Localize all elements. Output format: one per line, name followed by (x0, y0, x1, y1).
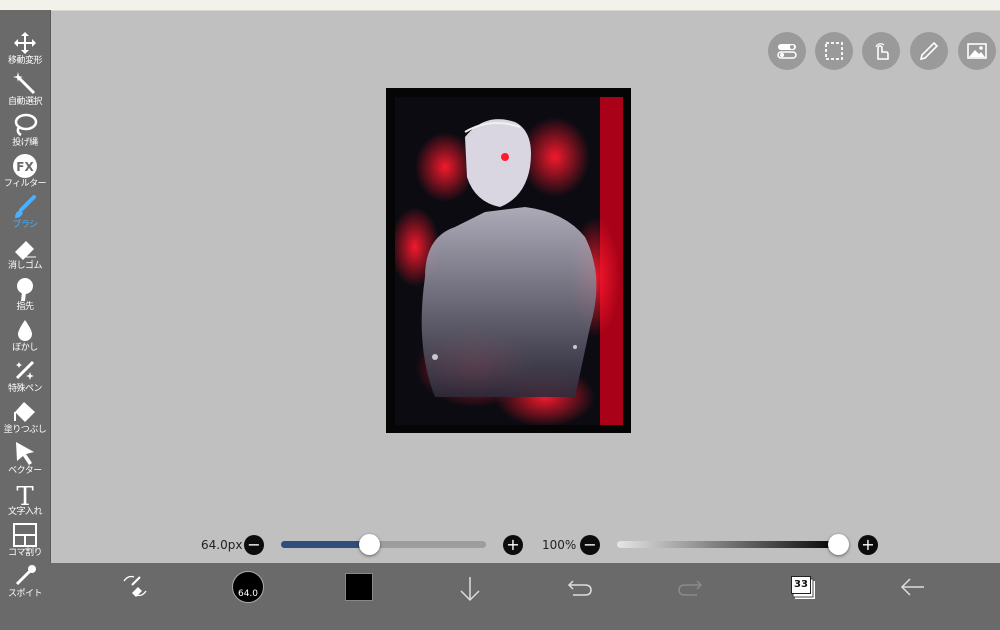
download-button[interactable] (445, 571, 495, 615)
tool-frame-divide[interactable]: コマ割り (0, 520, 50, 561)
opacity-decrease-button[interactable]: − (580, 535, 600, 555)
panel-grid-icon (13, 523, 37, 547)
artwork-image (395, 97, 623, 425)
brush-size-knob[interactable] (359, 534, 381, 555)
arrow-down-icon (460, 577, 480, 602)
opacity-increase-button[interactable]: + (858, 535, 878, 555)
undo-button[interactable] (555, 571, 605, 615)
eraser-icon (15, 241, 36, 260)
tool-move-transform[interactable]: 移動変形 (0, 28, 50, 69)
tool-label: 塗りつぶし (3, 425, 47, 435)
brush-size-label: 64.0px (201, 538, 243, 552)
image-icon (967, 43, 987, 59)
opacity-knob[interactable] (828, 534, 849, 555)
tool-label: ベクター (8, 466, 42, 476)
brush-eraser-swap-icon (123, 575, 147, 597)
magic-wand-icon (13, 72, 36, 95)
fx-icon: FX (13, 154, 37, 178)
tool-label: 移動変形 (7, 56, 43, 66)
tool-special-pen[interactable]: 特殊ペン (0, 356, 50, 397)
svg-text:FX: FX (16, 160, 34, 174)
quick-ruler-button[interactable] (910, 32, 948, 70)
brush-eraser-swap-button[interactable] (110, 571, 160, 615)
move-arrows-icon (14, 32, 36, 54)
quick-selection-button[interactable] (815, 32, 853, 70)
ruler-pen-icon (919, 41, 939, 61)
tool-lasso[interactable]: 投げ縄 (0, 110, 50, 151)
drawing-canvas[interactable] (386, 88, 631, 433)
cursor-arrow-icon (16, 442, 34, 465)
quick-touch-button[interactable] (862, 32, 900, 70)
tool-label: 投げ縄 (12, 138, 38, 148)
tool-label: フィルター (3, 179, 47, 189)
tool-label: 指先 (16, 302, 34, 312)
tool-blur[interactable]: ぼかし (0, 315, 50, 356)
tool-label: 消しゴム (7, 261, 43, 271)
tool-text[interactable]: T 文字入れ (0, 479, 50, 520)
hand-touch-icon (875, 43, 889, 60)
tool-eyedropper[interactable]: スポイト (0, 561, 50, 602)
eyedropper-icon (15, 565, 36, 586)
back-button[interactable] (888, 571, 938, 615)
tool-vector[interactable]: ベクター (0, 438, 50, 479)
window-top-strip (0, 0, 1000, 11)
brush-icon (15, 195, 36, 218)
svg-text:T: T (16, 482, 34, 507)
brush-size-text: 64.0 (237, 589, 259, 599)
selection-marquee-icon (825, 42, 843, 60)
lasso-icon (14, 113, 38, 137)
tool-fill[interactable]: 塗りつぶし (0, 397, 50, 438)
tool-sidebar: 移動変形 自動選択 投げ縄 FX フィルター ブラシ 消しゴム 指先 ぼかし 特… (0, 10, 51, 630)
brush-size-increase-button[interactable]: + (503, 535, 523, 555)
quick-settings-toggle-button[interactable] (768, 32, 806, 70)
opacity-track[interactable] (617, 541, 842, 548)
redo-icon (678, 580, 703, 596)
tool-label: スポイト (7, 589, 43, 599)
tool-brush[interactable]: ブラシ (0, 192, 50, 233)
opacity-label: 100% (542, 538, 577, 552)
quick-image-button[interactable] (958, 32, 996, 70)
current-color-swatch[interactable] (345, 573, 373, 601)
redo-button[interactable] (665, 571, 715, 615)
layers-count: 33 (791, 576, 811, 594)
tool-label: コマ割り (7, 548, 43, 558)
brush-size-fill (281, 541, 370, 548)
tool-magic-wand[interactable]: 自動選択 (0, 69, 50, 110)
back-arrow-icon (900, 578, 924, 596)
brush-size-track[interactable] (281, 541, 486, 548)
artwork-illustration (395, 97, 623, 425)
tool-filter[interactable]: FX フィルター (0, 151, 50, 192)
sparkle-pen-icon (15, 360, 35, 380)
blur-drop-icon (18, 320, 32, 341)
toggle-settings-icon (777, 44, 797, 59)
tool-eraser[interactable]: 消しゴム (0, 233, 50, 274)
bottom-toolbar (50, 563, 1000, 630)
tool-label: 自動選択 (7, 97, 43, 107)
tool-label: 特殊ペン (7, 384, 43, 394)
tool-label: ブラシ (12, 220, 38, 230)
tool-label: 文字入れ (7, 507, 43, 517)
finger-icon (17, 278, 33, 301)
bucket-icon (14, 402, 35, 422)
text-t-icon: T (16, 482, 34, 507)
brush-preview-button[interactable]: 64.0 (232, 571, 264, 603)
tool-label: ぼかし (12, 343, 38, 353)
undo-icon (567, 580, 592, 596)
tool-finger[interactable]: 指先 (0, 274, 50, 315)
brush-size-decrease-button[interactable]: − (244, 535, 264, 555)
